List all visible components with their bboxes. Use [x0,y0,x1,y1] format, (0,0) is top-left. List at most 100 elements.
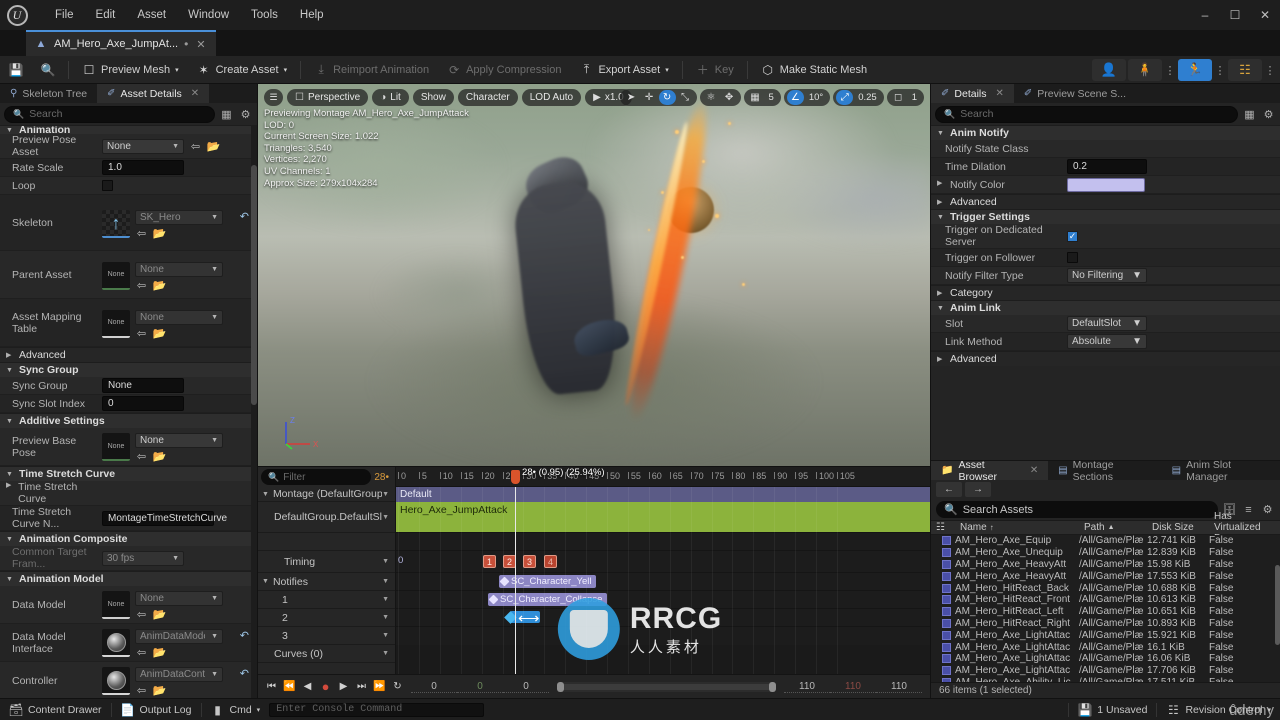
asset-mapping-table-thumbnail[interactable]: None [102,309,130,338]
track-row-timing[interactable]: Timing ▼ [258,551,395,573]
minimize-button[interactable]: – [1190,0,1220,30]
data-model-interface-combo[interactable]: AnimDataModel ▼ [135,629,223,644]
skeleton-thumbnail[interactable]: ↑ [102,210,130,238]
play-reverse-button[interactable]: ◀ [300,678,315,696]
timeline-montage-row[interactable]: Hero_Axe_JumpAttack [396,502,930,533]
close-icon[interactable]: ✕ [194,38,207,51]
preview-base-pose-combo[interactable]: None ▼ [135,433,223,448]
asset-tab-montage[interactable]: ▲ AM_Hero_Axe_JumpAt... • ✕ [26,30,216,56]
export-asset-button[interactable]: ⤒ Export Asset ▾ [570,58,677,82]
open-asset-icon[interactable]: 📂 [153,646,167,659]
menu-file[interactable]: File [44,5,85,25]
playback-in-field[interactable]: 0 [503,681,549,693]
browse-to-asset-icon[interactable]: ⇦ [135,327,148,340]
asset-row[interactable]: AM_Hero_HitReact_Back/All/Game/Plæ 10.688… [931,582,1280,594]
close-icon[interactable]: ✕ [996,88,1004,99]
timeline-filter-input[interactable]: 🔍 Filter [261,469,372,485]
browse-to-asset-icon[interactable]: ⇦ [135,608,148,621]
timeline-notify-row-1[interactable]: SC_Character_Yell [396,573,930,591]
tab-details[interactable]: ✐ Details ✕ [931,84,1014,103]
parent-asset-thumbnail[interactable]: None [102,261,130,290]
timeline-section-row[interactable]: Default [396,487,930,502]
asset-mapping-table-combo[interactable]: None ▼ [135,309,223,325]
menu-window[interactable]: Window [177,5,240,25]
unsaved-button[interactable]: 💾 1 Unsaved [1069,699,1156,720]
section-animation-composite[interactable]: ▼ Animation Composite [0,531,257,546]
viewport-lit-button[interactable]: ◑ Lit [372,89,409,106]
back-button[interactable]: ← [936,482,962,497]
open-asset-icon[interactable]: 📂 [153,227,167,240]
trigger-follower-checkbox[interactable] [1067,252,1078,263]
timeline-scrollbar[interactable] [557,681,776,692]
slot-combo[interactable]: DefaultSlot ▼ [1067,316,1147,331]
maximize-button[interactable]: ☐ [1220,0,1250,30]
unreal-logo-icon[interactable]: U [0,0,34,30]
open-asset-icon[interactable]: 📂 [153,608,167,621]
open-asset-icon[interactable]: 📂 [207,140,221,153]
select-tool-icon[interactable]: ➤ [623,90,640,105]
mode-graph-options-icon[interactable]: ⋮ [1264,59,1276,81]
timeline-curves-row[interactable] [396,627,930,645]
loop-checkbox[interactable] [102,180,113,191]
track-options-icon[interactable]: ▼ [382,632,389,639]
section-advanced-2[interactable]: ▶ Advanced [931,351,1280,366]
section-time-stretch-curve[interactable]: ▼ Time Stretch Curve [0,466,257,481]
animation-viewport[interactable]: ☰ ☐ Perspective ◑ Lit Show Character LOD… [258,84,930,466]
asset-browser-rows[interactable]: AM_Hero_Axe_Equip/All/Game/Plæ 12.741 KiB… [931,535,1280,682]
asset-row[interactable]: AM_Hero_Axe_Ability_Liç/All/Game/Plæ17.5… [931,677,1280,682]
angle-snap-group[interactable]: ∠ 10° [783,89,831,106]
forward-button[interactable]: → [965,482,991,497]
angle-snap-value[interactable]: 10° [805,92,827,103]
drag-handle-icon[interactable]: ⟷ [518,610,540,627]
track-options-icon[interactable]: ▼ [382,514,389,521]
mode-graph-button[interactable]: ☷ [1228,59,1262,81]
open-asset-icon[interactable]: 📂 [153,450,167,463]
scale-snap-value[interactable]: 0.25 [854,92,881,103]
settings-gear-icon[interactable]: ⚙ [1261,107,1276,122]
grid-snap-group[interactable]: ▦ 5 [743,89,781,106]
mode-animation-options-icon[interactable]: ⋮ [1214,59,1226,81]
column-header-disk-size[interactable]: Disk Size [1147,522,1209,533]
preview-base-pose-thumbnail[interactable]: None [102,433,130,461]
section-animation-model[interactable]: ▼ Animation Model [0,571,257,586]
close-icon[interactable]: ✕ [191,88,199,99]
settings-gear-icon[interactable]: ⚙ [238,107,253,122]
column-header-path[interactable]: Path ▲ [1079,522,1147,533]
details-search-input[interactable]: 🔍 Search [935,105,1238,123]
record-button[interactable]: ● [318,678,333,696]
console-command-input[interactable]: Enter Console Command [269,702,485,717]
tab-preview-scene-settings[interactable]: ✐ Preview Scene S... [1014,84,1136,103]
section-trigger-settings[interactable]: ▼ Trigger Settings [931,209,1280,224]
preview-pose-asset-combo[interactable]: None ▼ [102,138,184,154]
play-forward-button[interactable]: ▶ [336,678,351,696]
scale-tool-icon[interactable]: ⤡ [677,90,694,105]
world-coordinate-icon[interactable]: ⚛ [703,90,720,105]
asset-row[interactable]: AM_Hero_HitReact_Left/All/Game/Plæ 10.651… [931,606,1280,618]
timeline-ruler[interactable]: 0510152025303540455055606570758085909510… [396,467,930,487]
controller-thumbnail[interactable] [102,667,130,695]
tab-montage-sections[interactable]: ▤ Montage Sections [1048,459,1161,483]
notify-color-swatch[interactable] [1067,177,1145,192]
revert-icon[interactable]: ↶ [240,629,251,642]
mode-animation-button[interactable]: 🏃 [1178,59,1212,81]
notify-sc-character-yell[interactable]: SC_Character_Yell [499,575,597,588]
surface-snap-icon[interactable]: ✥ [721,90,738,105]
playback-total-field[interactable]: 110 [876,681,922,693]
asset-row[interactable]: AM_Hero_Axe_HeavyAtt/All/Game/Plæ 17.553 … [931,570,1280,582]
common-target-frame-combo[interactable]: 30 fps ▼ [102,550,184,566]
track-options-icon[interactable]: ▼ [382,491,389,498]
close-icon[interactable]: ✕ [1030,465,1038,476]
time-dilation-input[interactable]: 0.2 [1067,159,1147,174]
asset-search-input[interactable]: 🔍 Search Assets [936,501,1218,518]
left-panel-scrollbar[interactable] [251,125,257,698]
asset-details-search-input[interactable]: 🔍 Search [4,105,215,123]
loop-button[interactable]: ↻ [390,678,405,696]
section-advanced[interactable]: ▶ Advanced [0,347,257,362]
link-method-combo[interactable]: Absolute ▼ [1067,334,1147,349]
expander-icon[interactable]: ▶ [6,481,14,505]
menu-asset[interactable]: Asset [126,5,177,25]
playhead-line[interactable] [515,487,517,674]
revert-icon[interactable]: ↶ [240,210,251,223]
data-model-combo[interactable]: None ▼ [135,591,223,606]
data-model-interface-thumbnail[interactable] [102,629,130,657]
